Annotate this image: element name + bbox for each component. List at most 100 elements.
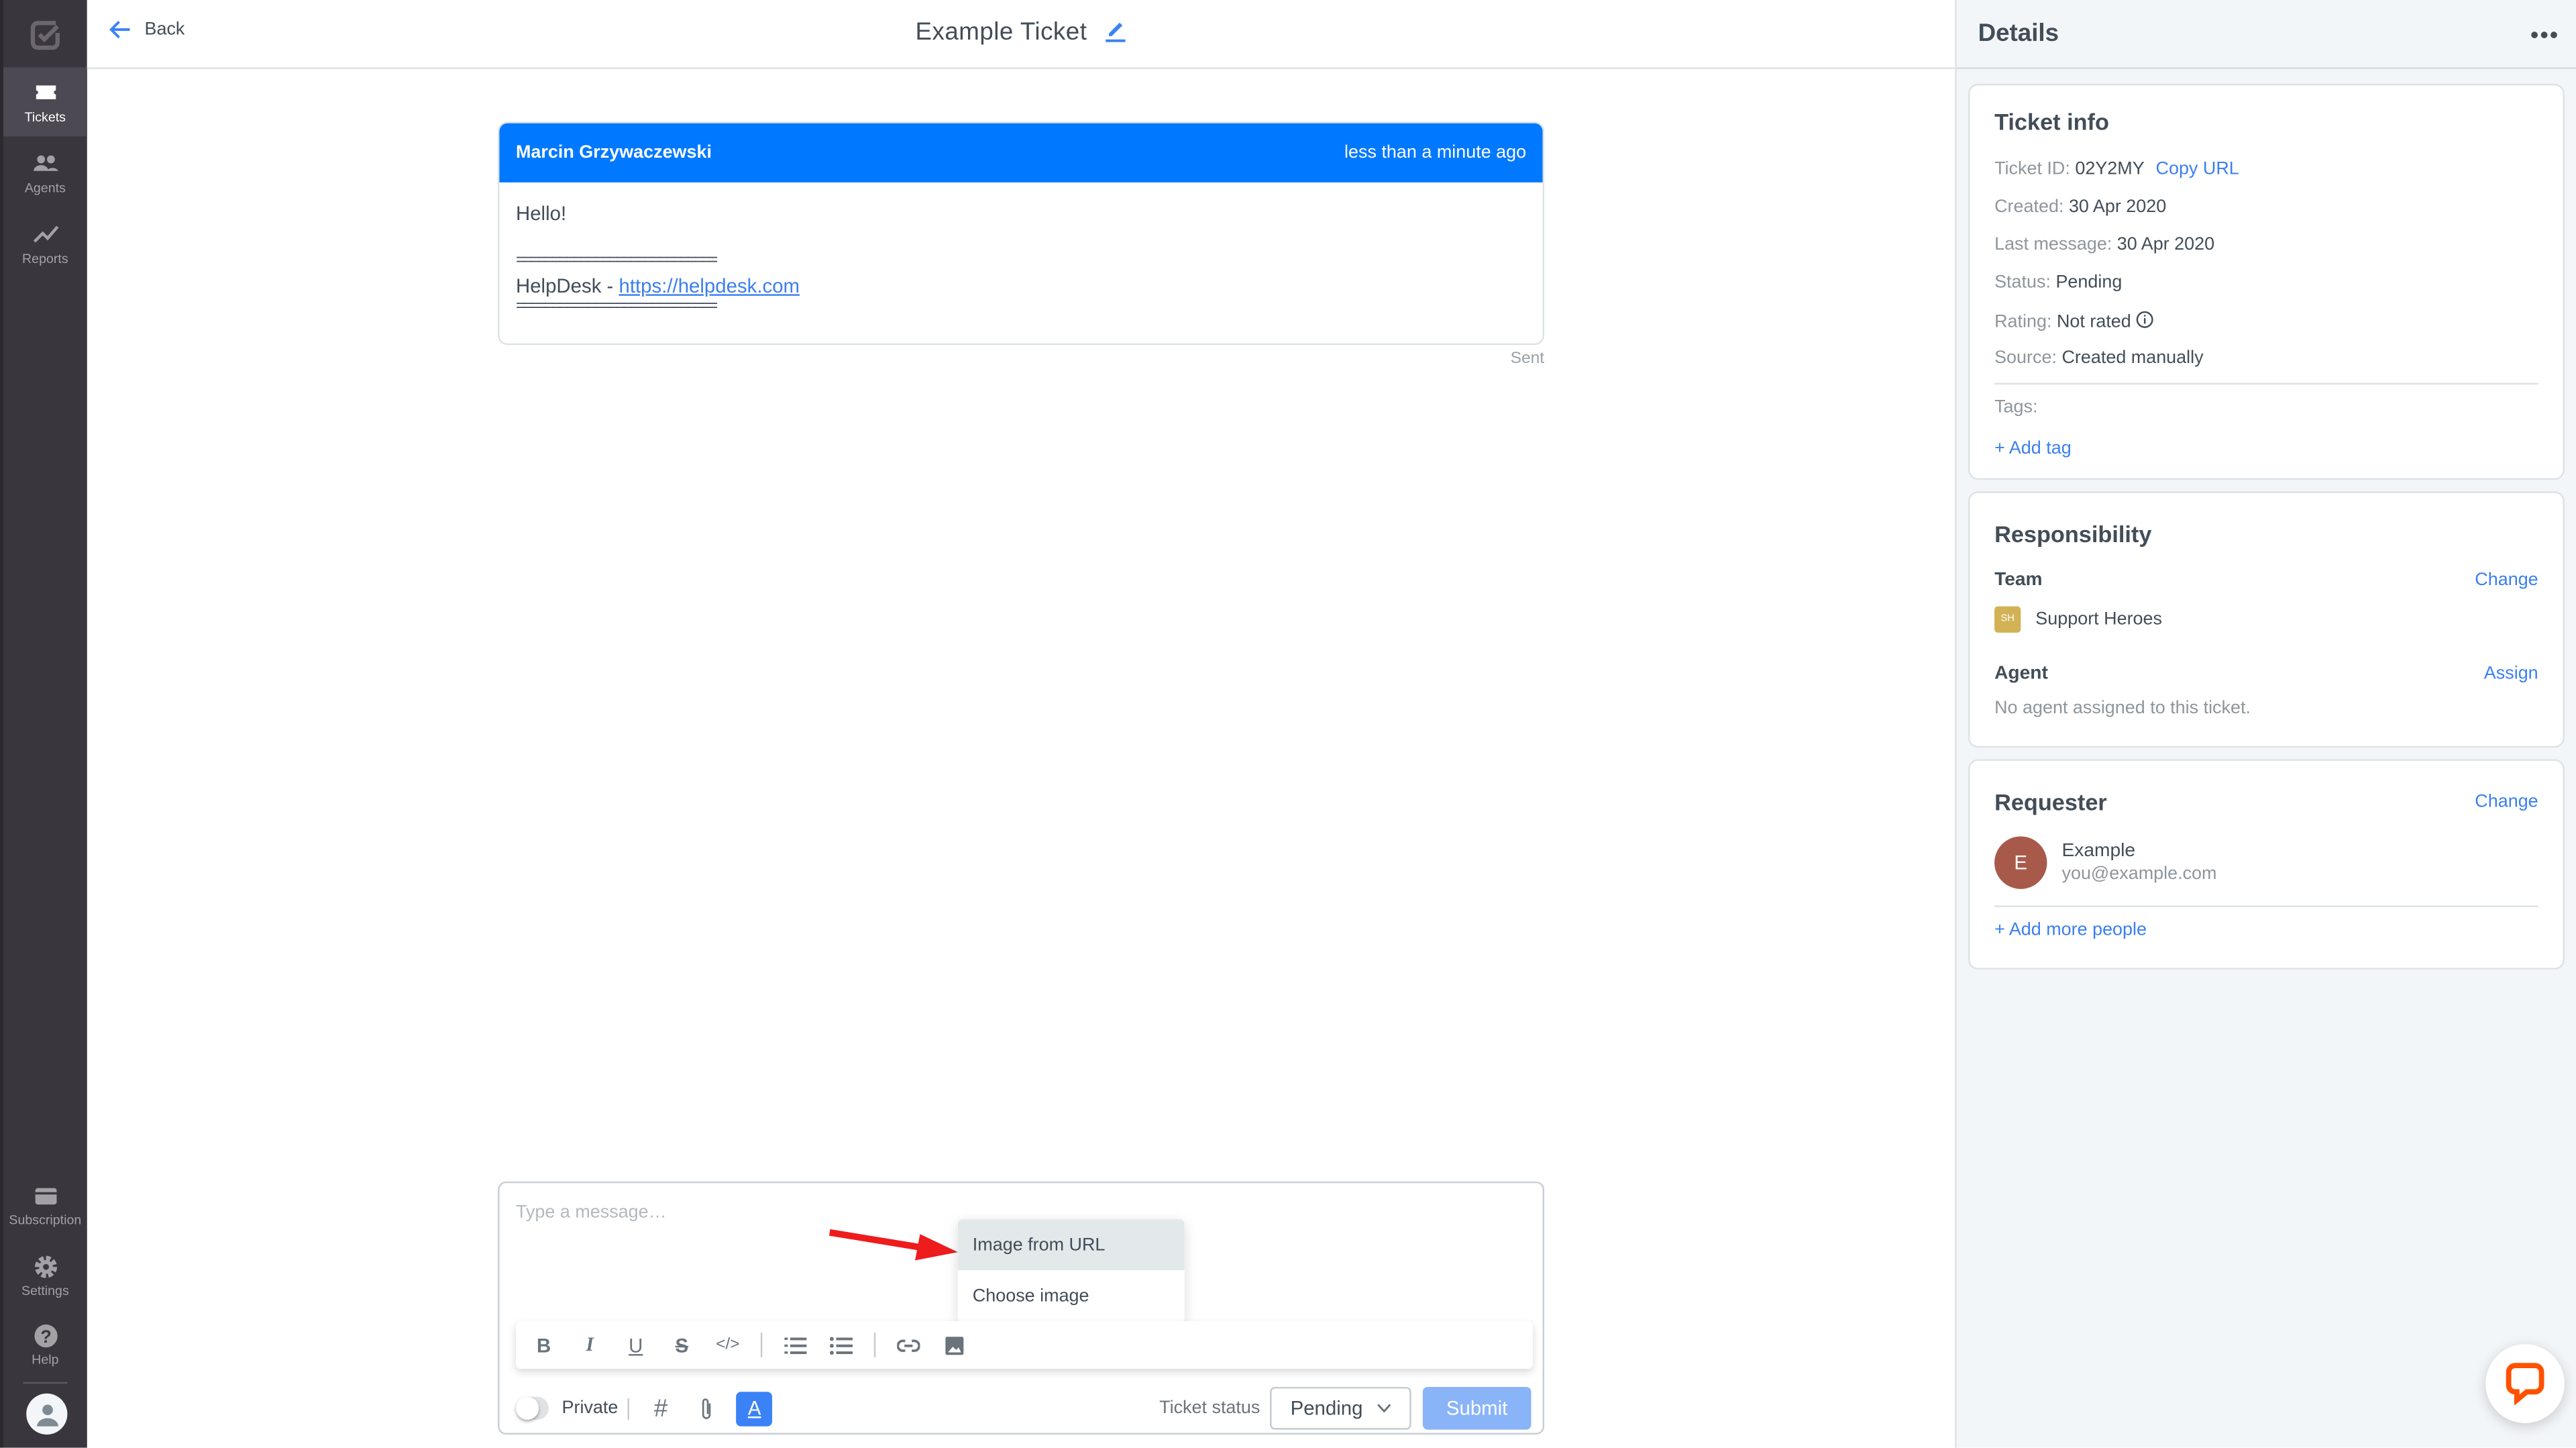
underline-button[interactable]: U: [612, 1321, 659, 1369]
sidebar-divider: [23, 1382, 68, 1384]
submit-button[interactable]: Submit: [1422, 1386, 1532, 1430]
message-time: less than a minute ago: [1344, 143, 1527, 163]
add-tag-link[interactable]: + Add tag: [1994, 439, 2072, 458]
more-options-button[interactable]: •••: [2530, 21, 2559, 47]
sidebar-item-subscription[interactable]: Subscription: [3, 1170, 87, 1239]
composer-footer: Private # A Ticket status Pending Submit: [515, 1386, 1532, 1430]
sidebar-item-label: Agents: [24, 180, 66, 195]
copy-url-link[interactable]: Copy URL: [2156, 160, 2239, 179]
sidebar-item-label: Reports: [22, 250, 68, 266]
toolbar-divider: [873, 1333, 876, 1357]
agents-icon: [32, 154, 58, 170]
requester-avatar: E: [1994, 836, 2047, 889]
source-row: Source: Created manually: [1994, 348, 2204, 368]
details-title: Details: [1978, 19, 2059, 48]
footer-divider: [628, 1397, 630, 1419]
attach-button[interactable]: [690, 1390, 723, 1427]
chevron-down-icon: [1376, 1404, 1391, 1413]
link-button[interactable]: [885, 1321, 932, 1369]
ticket-title: Example Ticket: [915, 17, 1087, 46]
agent-label: Agent: [1994, 664, 2048, 684]
rating-row: Rating: Not rated: [1994, 311, 2154, 332]
status-row: Status: Pending: [1994, 273, 2122, 293]
link-icon: [897, 1339, 920, 1351]
details-panel: Details ••• Ticket info Ticket ID: 02Y2M…: [1955, 0, 2576, 1448]
status-label: Status:: [1994, 272, 2051, 293]
requester-row: E Example you@example.com: [1994, 836, 2217, 889]
font-a-icon: A: [747, 1396, 761, 1420]
last-message-row: Last message: 30 Apr 2020: [1994, 235, 2214, 254]
sidebar-item-help[interactable]: ? Help: [3, 1310, 87, 1379]
change-requester-link[interactable]: Change: [2475, 792, 2538, 811]
sidebar-item-label: Subscription: [9, 1212, 82, 1227]
menu-item-image-from-url[interactable]: Image from URL: [957, 1219, 1185, 1271]
sidebar-item-label: Settings: [21, 1282, 69, 1298]
edit-title-button[interactable]: [1104, 19, 1126, 49]
requester-title: Requester: [1994, 788, 2107, 815]
bullet-list-button[interactable]: [818, 1321, 865, 1369]
reply-composer: Type a message… Image from URL Choose im…: [498, 1181, 1545, 1435]
user-avatar[interactable]: [26, 1393, 68, 1435]
team-badge: SH: [1994, 606, 2021, 633]
ticket-header: Back Example Ticket: [87, 0, 1955, 69]
responsibility-title: Responsibility: [1994, 521, 2152, 548]
sidebar-item-settings[interactable]: Settings: [3, 1241, 87, 1310]
requester-card: Requester Change E Example you@example.c…: [1968, 759, 2565, 970]
message-input[interactable]: Type a message…: [516, 1203, 667, 1223]
signature-link[interactable]: https://helpdesk.com: [619, 274, 800, 297]
strikethrough-button[interactable]: S: [659, 1321, 705, 1369]
helpdesk-logo[interactable]: [3, 0, 87, 67]
change-team-link[interactable]: Change: [2475, 570, 2538, 590]
ticket-info-card: Ticket info Ticket ID: 02Y2MY Copy URL C…: [1968, 83, 2565, 480]
ordered-list-button[interactable]: [772, 1321, 818, 1369]
source-value: Created manually: [2061, 348, 2204, 368]
bold-button[interactable]: B: [521, 1321, 567, 1369]
pencil-icon: [1105, 22, 1126, 42]
message-body: Hello! ============================ Help…: [499, 183, 1542, 333]
sidebar-item-tickets[interactable]: Tickets: [3, 67, 87, 137]
chat-widget-button[interactable]: [2485, 1344, 2565, 1423]
italic-button[interactable]: I: [567, 1321, 613, 1369]
private-toggle[interactable]: [515, 1396, 549, 1420]
ticket-id-label: Ticket ID:: [1994, 159, 2070, 179]
image-icon: [945, 1336, 964, 1354]
ticket-info-title: Ticket info: [1994, 108, 2109, 135]
sidebar-item-label: Help: [32, 1351, 59, 1367]
ordered-list-icon: [784, 1337, 807, 1353]
created-row: Created: 30 Apr 2020: [1994, 197, 2166, 217]
ticket-status-select[interactable]: Pending: [1270, 1386, 1411, 1430]
ticket-id-row: Ticket ID: 02Y2MY Copy URL: [1994, 160, 2239, 179]
message-greeting: Hello!: [515, 202, 567, 225]
sidebar-item-reports[interactable]: Reports: [3, 209, 87, 278]
last-message-label: Last message:: [1994, 235, 2112, 255]
signature-prefix: HelpDesk -: [515, 274, 619, 298]
responsibility-card: Responsibility Team Change SH Support Her…: [1968, 491, 2565, 748]
sidebar-item-agents[interactable]: Agents: [3, 138, 87, 207]
assign-agent-link[interactable]: Assign: [2484, 664, 2538, 683]
requester-divider: [1994, 905, 2538, 907]
help-icon: ?: [34, 1323, 57, 1347]
team-row: SH Support Heroes: [1994, 606, 2162, 633]
svg-text:?: ?: [40, 1326, 50, 1346]
formatting-toolbar: B I U S </>: [515, 1321, 1533, 1369]
info-icon[interactable]: [2136, 311, 2154, 329]
tags-label: Tags:: [1994, 397, 2038, 418]
no-agent-text: No agent assigned to this ticket.: [1994, 698, 2251, 719]
code-button[interactable]: </>: [705, 1321, 751, 1369]
menu-item-choose-image[interactable]: Choose image: [958, 1270, 1185, 1321]
page-title: Example Ticket: [87, 18, 1955, 50]
annotation-arrow-icon: [828, 1229, 958, 1261]
image-button[interactable]: [932, 1321, 978, 1369]
details-header: Details •••: [1956, 0, 2576, 69]
image-insert-menu: Image from URL Choose image: [957, 1219, 1185, 1323]
last-message-value: 30 Apr 2020: [2116, 235, 2215, 255]
text-format-button[interactable]: A: [736, 1391, 773, 1426]
signature-separator: ============================: [515, 297, 718, 316]
chat-bubble-icon: [2506, 1363, 2544, 1405]
bullet-list-icon: [829, 1336, 853, 1354]
paperclip-icon: [702, 1398, 711, 1418]
ticket-status-label: Ticket status: [1159, 1398, 1260, 1418]
add-more-people-link[interactable]: + Add more people: [1994, 920, 2147, 939]
toolbar-divider: [760, 1333, 763, 1357]
hashtag-button[interactable]: #: [645, 1390, 678, 1427]
